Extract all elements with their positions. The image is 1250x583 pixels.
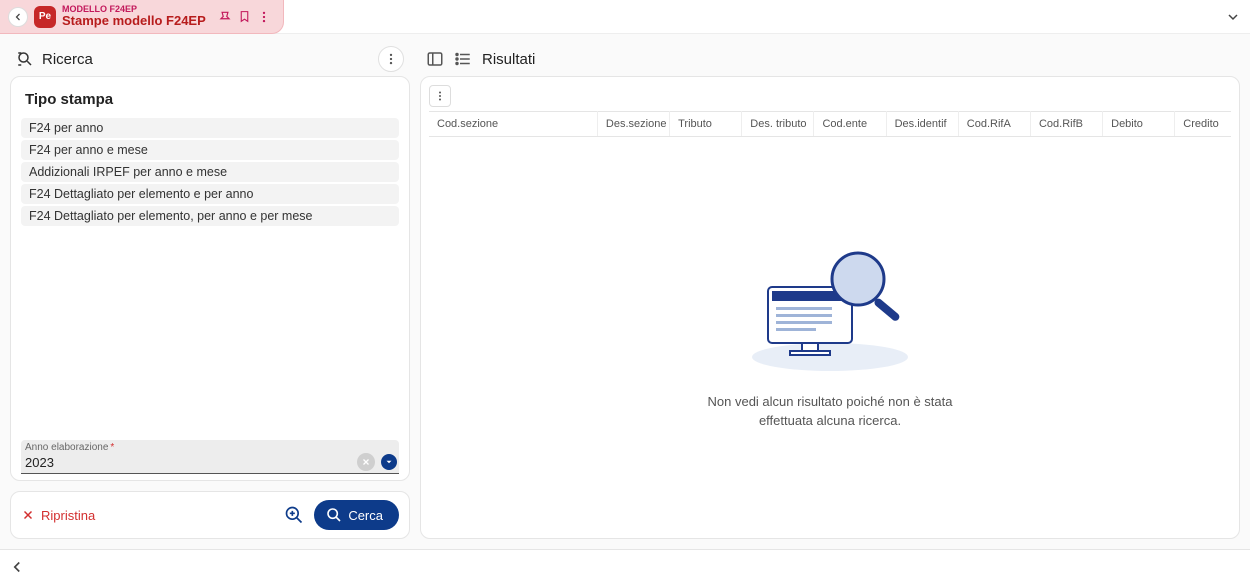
tabstrip-collapse[interactable] bbox=[1216, 0, 1250, 33]
clear-icon[interactable] bbox=[357, 453, 375, 471]
tabstrip: Pe MODELLO F24EP Stampe modello F24EP bbox=[0, 0, 1250, 34]
year-field[interactable]: Anno elaborazione * 2023 bbox=[21, 440, 399, 474]
footer-bar bbox=[0, 549, 1250, 583]
tab-active: Pe MODELLO F24EP Stampe modello F24EP bbox=[0, 0, 284, 34]
column-header[interactable]: Cod.sezione bbox=[429, 112, 597, 137]
column-header[interactable]: Des.identif bbox=[886, 112, 958, 137]
empty-message: Non vedi alcun risultato poiché non è st… bbox=[708, 393, 953, 431]
dropdown-icon[interactable] bbox=[381, 454, 397, 470]
grid-menu-button[interactable] bbox=[429, 85, 451, 107]
kebab-icon bbox=[434, 90, 446, 102]
zoom-icon[interactable] bbox=[284, 505, 304, 525]
work-area: Ricerca Tipo stampa F24 per anno F24 per… bbox=[0, 34, 1250, 549]
year-field-value: 2023 bbox=[25, 455, 357, 470]
tab-back-button[interactable] bbox=[8, 7, 28, 27]
bookmark-icon[interactable] bbox=[238, 10, 251, 23]
search-button-label: Cerca bbox=[348, 508, 383, 523]
kebab-icon bbox=[384, 52, 398, 66]
column-header[interactable]: Des.sezione bbox=[597, 112, 669, 137]
arrow-left-icon bbox=[8, 558, 26, 576]
table-header-row: Cod.sezione Des.sezione Tributo Des. tri… bbox=[429, 112, 1231, 137]
tab-titles: MODELLO F24EP Stampe modello F24EP bbox=[62, 5, 206, 28]
left-header: Ricerca bbox=[10, 42, 410, 76]
split-view-icon[interactable] bbox=[426, 50, 444, 68]
left-menu-button[interactable] bbox=[378, 46, 404, 72]
list-view-icon[interactable] bbox=[454, 50, 472, 68]
right-panel: Risultati Cod.sezione Des.sezione Tribut… bbox=[420, 42, 1240, 539]
tab-title: Stampe modello F24EP bbox=[62, 14, 206, 28]
print-type-heading: Tipo stampa bbox=[21, 87, 399, 118]
right-title: Risultati bbox=[482, 51, 535, 68]
app-logo: Pe bbox=[34, 6, 56, 28]
column-header[interactable]: Des. tributo bbox=[742, 112, 814, 137]
search-icon bbox=[326, 507, 342, 523]
empty-state: Non vedi alcun risultato poiché non è st… bbox=[429, 137, 1231, 530]
list-item[interactable]: Addizionali IRPEF per anno e mese bbox=[21, 162, 399, 182]
column-header[interactable]: Cod.ente bbox=[814, 112, 886, 137]
list-item[interactable]: F24 Dettagliato per elemento, per anno e… bbox=[21, 206, 399, 226]
print-type-options: F24 per anno F24 per anno e mese Addizio… bbox=[21, 118, 399, 226]
left-title: Ricerca bbox=[42, 51, 93, 68]
column-header[interactable]: Cod.RifA bbox=[958, 112, 1030, 137]
year-field-label: Anno elaborazione bbox=[25, 442, 108, 453]
column-header[interactable]: Cod.RifB bbox=[1030, 112, 1102, 137]
required-indicator: * bbox=[110, 442, 114, 453]
pin-icon[interactable] bbox=[218, 10, 232, 24]
list-item[interactable]: F24 per anno e mese bbox=[21, 140, 399, 160]
results-table: Cod.sezione Des.sezione Tributo Des. tri… bbox=[429, 111, 1231, 137]
search-button[interactable]: Cerca bbox=[314, 500, 399, 530]
arrow-left-icon bbox=[12, 11, 24, 23]
actions-card: Ripristina Cerca bbox=[10, 491, 410, 539]
column-header[interactable]: Debito bbox=[1103, 112, 1175, 137]
column-header[interactable]: Credito bbox=[1175, 112, 1231, 137]
empty-illustration-icon bbox=[740, 237, 920, 377]
search-settings-icon bbox=[16, 50, 34, 68]
list-item[interactable]: F24 per anno bbox=[21, 118, 399, 138]
results-card: Cod.sezione Des.sezione Tributo Des. tri… bbox=[420, 76, 1240, 539]
list-item[interactable]: F24 Dettagliato per elemento e per anno bbox=[21, 184, 399, 204]
reset-button[interactable]: Ripristina bbox=[21, 508, 95, 523]
chevron-down-icon bbox=[1225, 9, 1241, 25]
right-header: Risultati bbox=[420, 42, 1240, 76]
column-header[interactable]: Tributo bbox=[670, 112, 742, 137]
left-panel: Ricerca Tipo stampa F24 per anno F24 per… bbox=[10, 42, 410, 539]
tab-menu-icon[interactable] bbox=[257, 10, 271, 24]
footer-back-button[interactable] bbox=[8, 558, 26, 576]
reset-label: Ripristina bbox=[41, 508, 95, 523]
close-icon bbox=[21, 508, 35, 522]
search-card: Tipo stampa F24 per anno F24 per anno e … bbox=[10, 76, 410, 481]
